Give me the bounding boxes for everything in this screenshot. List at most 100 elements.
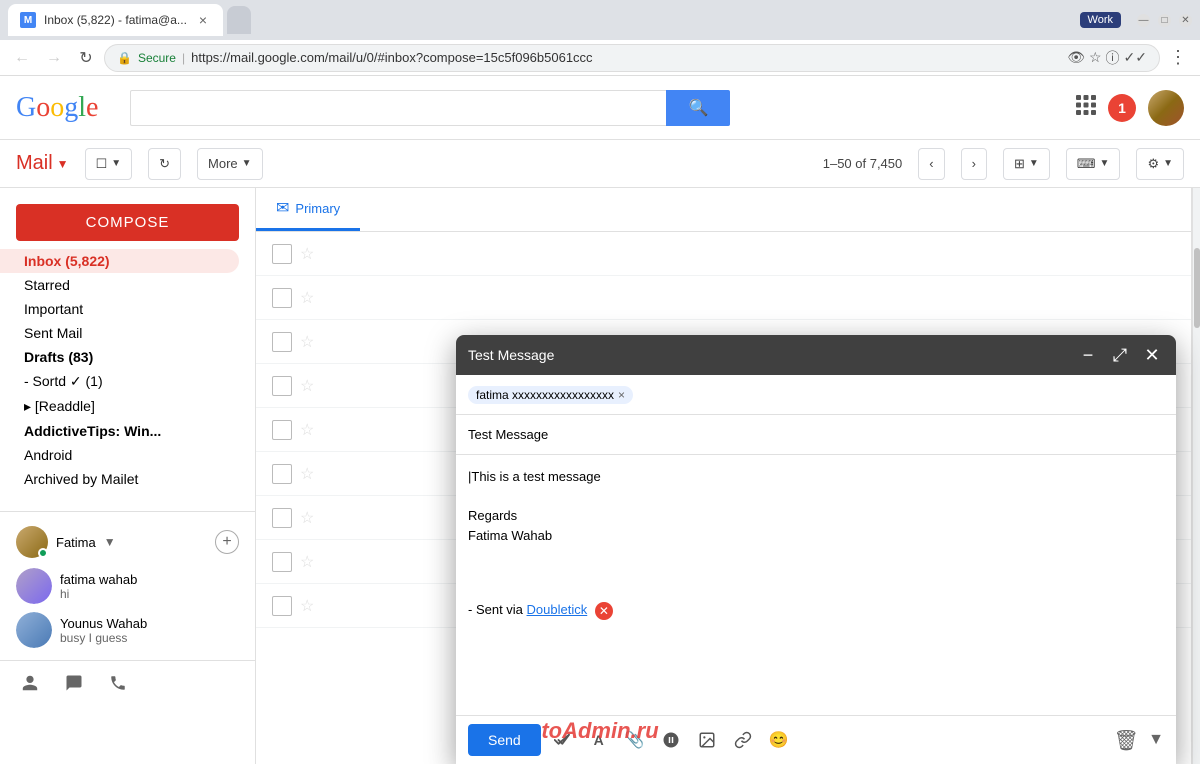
url-icons: 👁 ☆ ⓘ ✓✓ xyxy=(1067,48,1147,68)
checkmark-icon[interactable]: ✓✓ xyxy=(1124,49,1147,66)
window-controls: Work — □ ✕ xyxy=(1080,12,1192,28)
email-checkbox[interactable] xyxy=(272,244,292,264)
sidebar-item-readdle[interactable]: ▸ [Readdle] xyxy=(0,394,239,419)
contacts-icon[interactable] xyxy=(16,669,44,697)
send-btn[interactable]: Send xyxy=(468,724,541,756)
sidebar-item-addicivetips[interactable]: AddictiveTips: Win... xyxy=(0,419,239,443)
forward-btn[interactable]: → xyxy=(40,44,68,72)
email-checkbox[interactable] xyxy=(272,332,292,352)
star-icon[interactable]: ☆ xyxy=(300,552,314,572)
tab-close-btn[interactable]: × xyxy=(195,12,211,28)
search-input[interactable] xyxy=(130,90,666,126)
add-chat-btn[interactable]: + xyxy=(215,530,239,554)
compose-btn[interactable]: COMPOSE xyxy=(16,204,239,241)
split-view-btn[interactable]: ⊞ ▼ xyxy=(1003,148,1050,180)
close-btn[interactable]: ✕ xyxy=(1179,14,1192,27)
recipient-email: fatima xxxxxxxxxxxxxxxxx xyxy=(476,388,614,402)
star-icon[interactable]: ☆ xyxy=(300,464,314,484)
minimize-btn[interactable]: — xyxy=(1137,14,1150,27)
avatar[interactable] xyxy=(1148,90,1184,126)
star-icon[interactable]: ☆ xyxy=(300,288,314,308)
email-checkbox[interactable] xyxy=(272,376,292,396)
star-icon[interactable]: ☆ xyxy=(300,244,314,264)
keyboard-btn[interactable]: ⌨ ▼ xyxy=(1066,148,1121,180)
active-tab[interactable]: M Inbox (5,822) - fatima@a... × xyxy=(8,4,223,36)
mail-label[interactable]: Mail ▼ xyxy=(16,152,69,175)
recipient-chip[interactable]: fatima xxxxxxxxxxxxxxxxx × xyxy=(468,386,633,404)
compose-to-field[interactable]: fatima xxxxxxxxxxxxxxxxx × xyxy=(456,375,1176,415)
star-icon[interactable]: ☆ xyxy=(300,596,314,616)
chat-contact-1[interactable]: fatima wahab hi xyxy=(16,564,239,608)
apps-icon[interactable] xyxy=(1076,95,1096,121)
online-indicator xyxy=(38,548,48,558)
phone-icon[interactable] xyxy=(104,669,132,697)
pagination: 1–50 of 7,450 xyxy=(823,156,903,171)
search-btn[interactable]: 🔍 xyxy=(666,90,730,126)
settings-btn[interactable]: ⚙ ▼ xyxy=(1136,148,1184,180)
image-icon[interactable] xyxy=(693,726,721,754)
sidebar-item-starred[interactable]: Starred xyxy=(0,273,239,297)
font-icon[interactable]: A xyxy=(585,726,613,754)
table-row[interactable]: ☆ xyxy=(256,276,1191,320)
email-checkbox[interactable] xyxy=(272,420,292,440)
emoji-icon[interactable]: 😊 xyxy=(765,726,793,754)
back-btn[interactable]: ← xyxy=(8,44,36,72)
reload-btn[interactable]: ↻ xyxy=(72,44,100,72)
sidebar-item-android[interactable]: Android xyxy=(0,443,239,467)
sidebar-item-archived[interactable]: Archived by Mailet xyxy=(0,467,239,491)
maximize-btn[interactable]: □ xyxy=(1158,14,1171,27)
double-check-icon[interactable] xyxy=(549,726,577,754)
link2-icon[interactable] xyxy=(729,726,757,754)
star-icon[interactable]: ☆ xyxy=(300,420,314,440)
inactive-tab[interactable] xyxy=(227,6,251,34)
link-icon[interactable] xyxy=(657,726,685,754)
compose-header[interactable]: Test Message − ⤢ ✕ xyxy=(456,335,1176,375)
sidebar-item-sortd[interactable]: - Sortd ✓ (1) xyxy=(0,369,239,394)
delete-btn[interactable]: 🗑 xyxy=(1112,726,1140,754)
refresh-btn[interactable]: ↻ xyxy=(148,148,181,180)
url-bar[interactable]: 🔒 Secure | https://mail.google.com/mail/… xyxy=(104,44,1160,72)
compose-close-btn[interactable]: ✕ xyxy=(1140,343,1164,367)
email-checkbox[interactable] xyxy=(272,288,292,308)
remove-signature-btn[interactable]: ✕ xyxy=(595,602,613,620)
scroll-indicator[interactable] xyxy=(1192,188,1200,764)
table-row[interactable]: ☆ xyxy=(256,232,1191,276)
title-bar: M Inbox (5,822) - fatima@a... × Work — □… xyxy=(0,0,1200,40)
chat-dropdown-icon[interactable]: ▼ xyxy=(104,535,116,549)
info-icon[interactable]: ⓘ xyxy=(1106,48,1120,68)
tab-primary[interactable]: ✉ Primary xyxy=(256,188,360,231)
sidebar-item-important[interactable]: Important xyxy=(0,297,239,321)
compose-body[interactable]: |This is a test message Regards Fatima W… xyxy=(456,455,1176,715)
select-btn[interactable]: ☐ ▼ xyxy=(85,148,133,180)
sidebar-item-inbox[interactable]: Inbox (5,822) xyxy=(0,249,239,273)
star-icon[interactable]: ☆ xyxy=(300,508,314,528)
compose-subject-field[interactable]: Test Message xyxy=(456,415,1176,455)
google-header: Google 🔍 1 xyxy=(0,76,1200,140)
remove-recipient-icon[interactable]: × xyxy=(618,388,625,402)
more-options-btn[interactable]: ▼ xyxy=(1148,731,1164,749)
sidebar-item-sent[interactable]: Sent Mail xyxy=(0,321,239,345)
sidebar-item-drafts[interactable]: Drafts (83) xyxy=(0,345,239,369)
chat-contact-2[interactable]: Younus Wahab busy I guess xyxy=(16,608,239,652)
chrome-menu-btn[interactable]: ⋮ xyxy=(1164,44,1192,72)
chat-icon[interactable] xyxy=(60,669,88,697)
star-icon[interactable]: ☆ xyxy=(300,332,314,352)
eye-icon[interactable]: 👁 xyxy=(1067,49,1085,66)
more-btn[interactable]: More ▼ xyxy=(197,148,263,180)
next-page-btn[interactable]: › xyxy=(961,148,987,180)
email-checkbox[interactable] xyxy=(272,552,292,572)
email-checkbox[interactable] xyxy=(272,464,292,484)
scroll-thumb[interactable] xyxy=(1194,248,1200,328)
doubletick-link[interactable]: Doubletick xyxy=(527,602,588,617)
notification-badge[interactable]: 1 xyxy=(1108,94,1136,122)
email-checkbox[interactable] xyxy=(272,508,292,528)
compose-minimize-btn[interactable]: − xyxy=(1076,343,1100,367)
prev-page-btn[interactable]: ‹ xyxy=(918,148,944,180)
chat-user[interactable]: Fatima ▼ + xyxy=(16,520,239,564)
star-icon[interactable]: ☆ xyxy=(1089,49,1102,66)
email-checkbox[interactable] xyxy=(272,596,292,616)
secure-label: Secure xyxy=(138,51,176,65)
attachment-icon[interactable]: 📎 xyxy=(621,726,649,754)
compose-expand-btn[interactable]: ⤢ xyxy=(1108,343,1132,367)
star-icon[interactable]: ☆ xyxy=(300,376,314,396)
